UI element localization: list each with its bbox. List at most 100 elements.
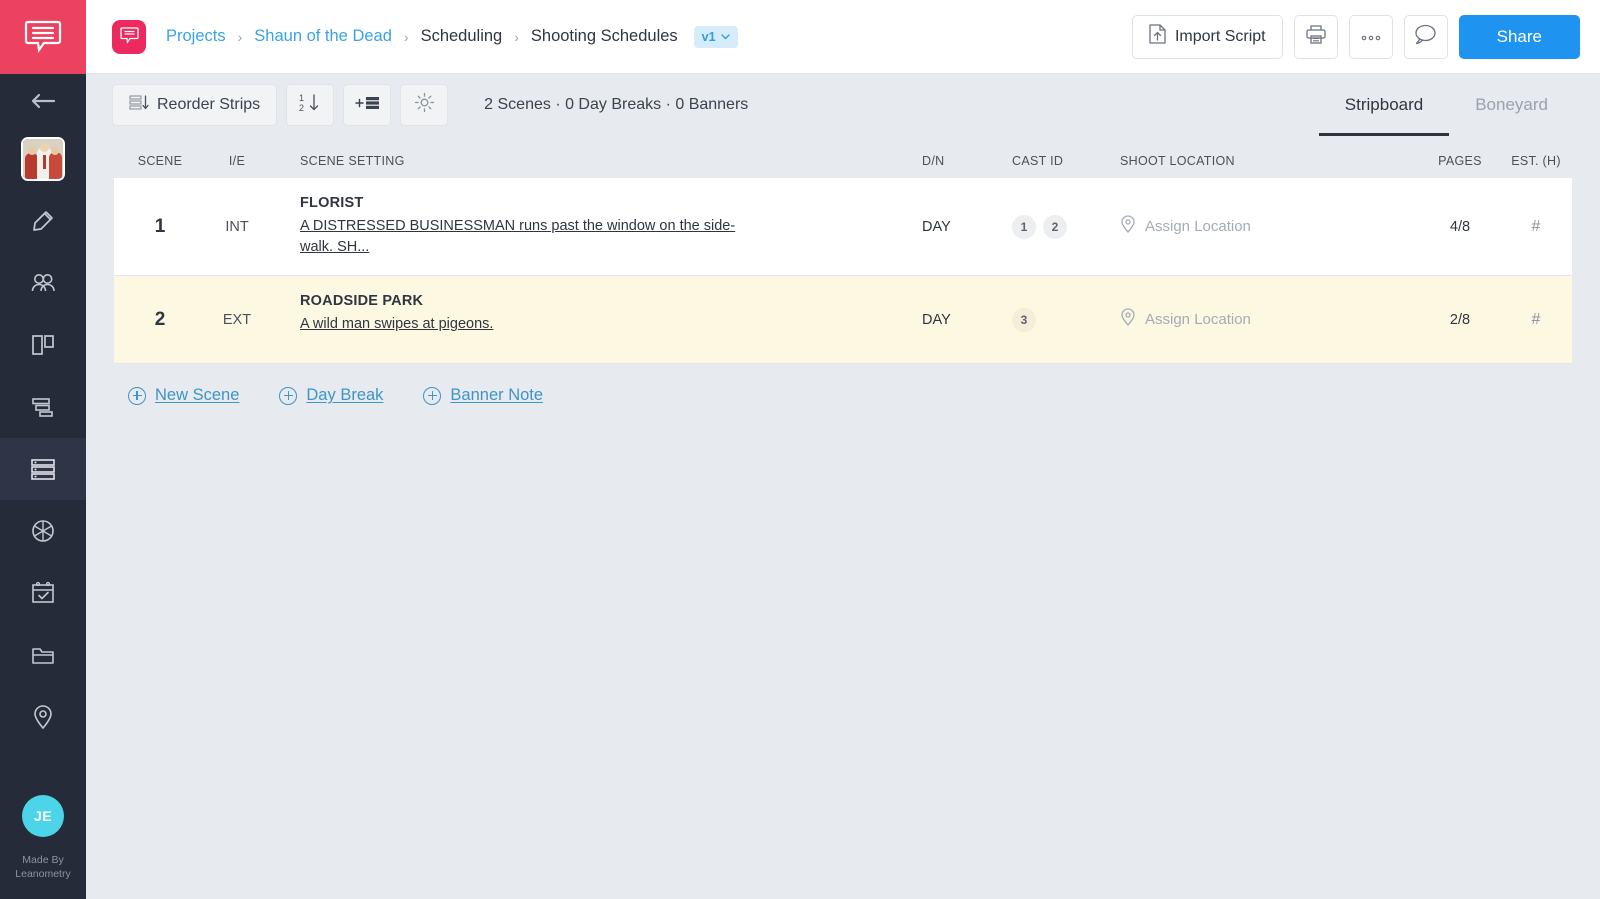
cell-dn: DAY (922, 276, 1012, 363)
new-scene-button[interactable]: New Scene (128, 386, 239, 405)
made-by-credit: Made By Leanometry (15, 853, 70, 881)
user-initials: JE (33, 808, 53, 824)
import-script-button[interactable]: Import Script (1131, 14, 1283, 59)
main-area: Projects › Shaun of the Dead › Schedulin… (86, 0, 1600, 899)
share-button[interactable]: Share (1458, 14, 1580, 59)
day-break-button[interactable]: Day Break (279, 386, 383, 405)
users-icon (30, 272, 56, 294)
add-strip-button[interactable] (343, 84, 392, 126)
sidebar: JE Made By Leanometry (0, 0, 86, 899)
sidebar-item-locations[interactable] (0, 686, 86, 748)
reorder-strips-label: Reorder Strips (157, 96, 261, 113)
estimated-hours: # (1531, 217, 1541, 235)
sidebar-item-shot-list[interactable] (0, 376, 86, 438)
map-pin-icon (1120, 215, 1136, 238)
header-scene: SCENE (137, 154, 183, 168)
cell-dn: DAY (922, 178, 1012, 275)
cell-setting[interactable]: FLORIST A DISTRESSED BUSINESSMAN runs pa… (268, 178, 922, 275)
interior-exterior: EXT (222, 311, 252, 328)
breadcrumb-item-shooting-schedules: Shooting Schedules (530, 27, 678, 45)
app-logo[interactable] (0, 0, 86, 74)
cell-scene: 2 (114, 276, 206, 363)
cell-cast[interactable]: 1 2 (1012, 178, 1120, 275)
more-options-button[interactable] (1348, 14, 1393, 59)
scene-number: 2 (154, 308, 166, 330)
scene-setting-description[interactable]: A wild man swipes at pigeons. (300, 314, 745, 335)
ellipsis-icon (1360, 28, 1382, 46)
estimated-hours: # (1531, 310, 1541, 328)
table-row[interactable]: 1 INT FLORIST A DISTRESSED BUSINESSMAN r… (114, 178, 1572, 276)
scene-number: 1 (154, 215, 166, 237)
cell-pages: 2/8 (1420, 276, 1500, 363)
sidebar-item-breakdown[interactable] (0, 314, 86, 376)
sidebar-item-scheduling[interactable] (0, 438, 86, 500)
table-row[interactable]: 2 EXT ROADSIDE PARK A wild man swipes at… (114, 276, 1572, 364)
cell-location[interactable]: Assign Location (1120, 178, 1420, 275)
cell-est[interactable]: # (1500, 178, 1572, 275)
assign-location-label: Assign Location (1145, 311, 1251, 328)
cell-pages: 4/8 (1420, 178, 1500, 275)
cell-location[interactable]: Assign Location (1120, 276, 1420, 363)
pages-value: 2/8 (1449, 311, 1471, 328)
settings-button[interactable] (400, 84, 449, 126)
comment-bubble-icon (1414, 24, 1437, 50)
breadcrumb-separator: › (403, 28, 409, 45)
share-label: Share (1496, 26, 1542, 46)
comments-button[interactable] (1403, 14, 1448, 59)
print-button[interactable] (1293, 14, 1338, 59)
sort-button[interactable]: 1 2 (286, 84, 335, 126)
tab-boneyard-label: Boneyard (1475, 95, 1548, 114)
cast-chip[interactable]: 2 (1043, 214, 1067, 239)
header-dn: D/N (922, 154, 945, 168)
reorder-strips-button[interactable]: Reorder Strips (112, 84, 278, 126)
svg-text:1: 1 (299, 93, 304, 103)
sidebar-item-files[interactable] (0, 624, 86, 686)
cell-cast[interactable]: 3 (1012, 276, 1120, 363)
table-header: SCENE I/E SCENE SETTING D/N CAST ID SHOO… (114, 136, 1572, 178)
header-cast: CAST ID (1012, 154, 1064, 168)
banner-note-label: Banner Note (450, 386, 544, 404)
cell-scene: 1 (114, 178, 206, 275)
pages-value: 4/8 (1449, 218, 1471, 235)
assign-location-label: Assign Location (1145, 218, 1251, 235)
breadcrumb-item-projects[interactable]: Projects (164, 27, 228, 46)
tab-boneyard[interactable]: Boneyard (1449, 74, 1574, 136)
cell-ie: INT (206, 178, 268, 275)
plus-circle-icon (128, 386, 146, 405)
speech-bubble-icon (119, 25, 139, 49)
project-thumbnail[interactable] (0, 128, 86, 190)
sidebar-item-cast[interactable] (0, 252, 86, 314)
back-button[interactable] (0, 74, 86, 128)
breadcrumb-separator: › (514, 28, 519, 45)
user-avatar[interactable]: JE (22, 795, 64, 837)
aperture-icon (30, 518, 56, 544)
cell-setting[interactable]: ROADSIDE PARK A wild man swipes at pigeo… (268, 276, 922, 363)
assign-location-button[interactable]: Assign Location (1120, 308, 1251, 331)
breadcrumb-item-scheduling[interactable]: Scheduling (419, 27, 505, 46)
banner-note-button[interactable]: Banner Note (423, 386, 543, 405)
made-by-line2: Leanometry (15, 868, 71, 880)
folder-icon (30, 644, 56, 666)
assign-location-button[interactable]: Assign Location (1120, 215, 1251, 238)
pencil-icon (31, 209, 55, 233)
printer-icon (1305, 24, 1327, 50)
cast-chip[interactable]: 3 (1012, 307, 1036, 332)
cast-chip[interactable]: 1 (1012, 214, 1036, 239)
add-actions: New Scene Day Break Banner Note (114, 364, 1572, 405)
app-root: JE Made By Leanometry Projects › Shaun o… (0, 0, 1600, 899)
scene-setting-description[interactable]: A DISTRESSED BUSINESSMAN runs past the w… (300, 216, 745, 258)
toolbar: Reorder Strips 1 2 2 Scenes · 0 Day Brea… (86, 74, 1600, 136)
breadcrumb: Projects › Shaun of the Dead › Schedulin… (164, 25, 738, 48)
sidebar-item-storyboard[interactable] (0, 500, 86, 562)
version-selector[interactable]: v1 (693, 25, 738, 48)
breadcrumb-item-project[interactable]: Shaun of the Dead (252, 27, 394, 46)
sidebar-item-script[interactable] (0, 190, 86, 252)
sidebar-item-calendar[interactable] (0, 562, 86, 624)
tab-stripboard[interactable]: Stripboard (1318, 74, 1450, 136)
cast-id-list: 3 (1012, 307, 1036, 332)
chevron-down-icon (720, 32, 730, 42)
strip-counts: 2 Scenes · 0 Day Breaks · 0 Banners (484, 96, 749, 113)
header-est: EST. (H) (1511, 154, 1561, 168)
project-badge[interactable] (112, 19, 146, 54)
cell-est[interactable]: # (1500, 276, 1572, 363)
